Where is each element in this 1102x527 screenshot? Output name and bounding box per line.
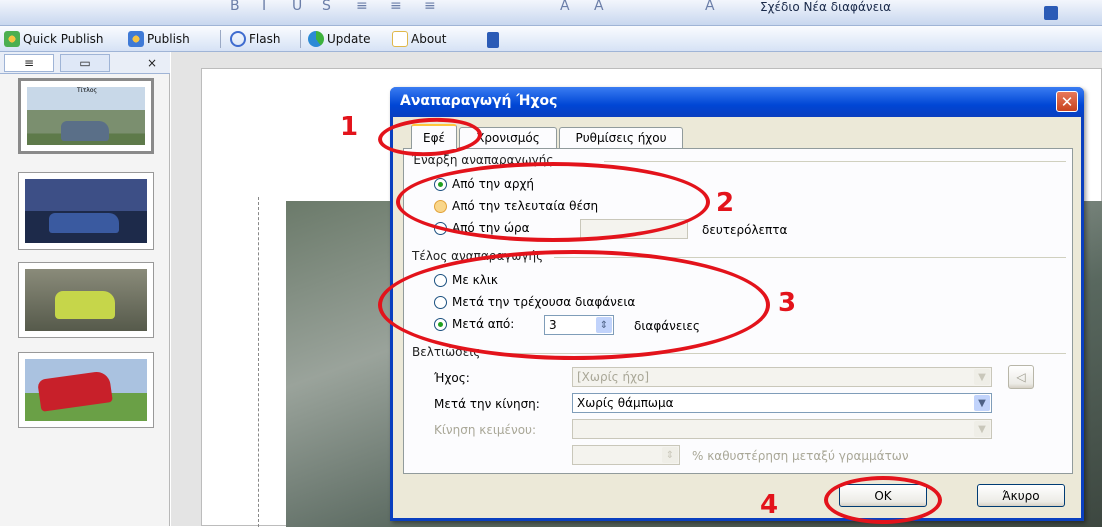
toolbar-overflow-icon[interactable] <box>1044 6 1058 20</box>
about-button[interactable]: About <box>392 30 446 48</box>
tab-outline[interactable]: ≡ <box>4 54 54 72</box>
toolbar-right-text[interactable]: Σχέδιο Νέα διαφάνεια <box>760 0 891 14</box>
quick-publish-button[interactable]: Quick Publish <box>4 30 104 48</box>
chevron-down-icon[interactable]: ▼ <box>974 369 990 385</box>
text-placeholder[interactable] <box>258 197 259 527</box>
animate-text-label: Κίνηση κειμένου: <box>434 423 537 437</box>
flash-button[interactable]: Flash <box>230 30 280 48</box>
cancel-button[interactable]: Άκυρο <box>977 484 1065 507</box>
chevron-down-icon[interactable]: ▼ <box>974 395 990 411</box>
publish-label: Publish <box>147 32 190 46</box>
slides-panel: ≡ ▭ × Τίτλος <box>0 52 170 526</box>
shadow-icon[interactable]: S <box>322 0 331 14</box>
sound-label: Ήχος: <box>434 371 470 385</box>
update-button[interactable]: Update <box>308 30 370 48</box>
update-icon <box>308 31 324 47</box>
align-right-icon[interactable]: ≡ <box>424 0 436 14</box>
sound-volume-button[interactable]: ◁ <box>1008 365 1034 389</box>
animate-text-select[interactable]: ▼ <box>572 419 992 439</box>
speaker-icon: ◁ <box>1016 370 1026 384</box>
slide-thumbnail-2[interactable] <box>18 172 154 250</box>
italic-icon[interactable]: I <box>262 0 266 14</box>
panel-tabs: ≡ ▭ × <box>0 52 170 74</box>
after-animation-select[interactable]: Χωρίς θάμπωμα ▼ <box>572 393 992 413</box>
annotation-ring-4 <box>824 476 942 524</box>
car-image <box>55 291 115 319</box>
shrink-font-icon[interactable]: A <box>594 0 604 14</box>
seconds-label: δευτερόλεπτα <box>702 223 788 237</box>
group-divider <box>604 161 1066 162</box>
close-icon[interactable]: ✕ <box>1056 91 1078 112</box>
annotation-ring-2 <box>396 162 710 242</box>
car-image <box>49 213 119 233</box>
after-animation-value: Χωρίς θάμπωμα <box>577 396 674 410</box>
letter-delay-label: % καθυστέρηση μεταξύ γραμμάτων <box>692 449 909 463</box>
spin-arrows-icon[interactable]: ⇕ <box>662 447 678 463</box>
align-center-icon[interactable]: ≡ <box>390 0 402 14</box>
annotation-ring-3 <box>378 250 770 360</box>
tab-slides[interactable]: ▭ <box>60 54 110 72</box>
flash-icon <box>230 31 246 47</box>
about-icon <box>392 31 408 47</box>
annotation-number-1: 1 <box>340 112 359 142</box>
slide-thumbnail-4[interactable] <box>18 352 154 428</box>
thumbnail-title: Τίτλος <box>77 87 98 94</box>
slide-thumbnail-3[interactable] <box>18 262 154 338</box>
dialog-title: Αναπαραγωγή Ήχος <box>400 93 558 109</box>
dialog-titlebar[interactable]: Αναπαραγωγή Ήχος ✕ <box>390 87 1084 117</box>
annotation-number-2: 2 <box>716 188 735 218</box>
tab-sound-settings[interactable]: Ρυθμίσεις ήχου <box>559 127 683 148</box>
publisher-toolbar: Quick Publish Publish Flash Update About <box>0 26 1102 52</box>
quick-publish-icon <box>4 31 20 47</box>
close-panel-icon[interactable]: × <box>142 54 162 72</box>
about-label: About <box>411 32 447 46</box>
quick-publish-label: Quick Publish <box>23 32 104 46</box>
update-label: Update <box>327 32 371 46</box>
formatting-toolbar: B I U S ≡ ≡ ≡ A A A Σχέδιο Νέα διαφάνεια <box>0 0 1102 26</box>
publish-button[interactable]: Publish <box>128 30 190 48</box>
tab-effects[interactable]: Εφέ <box>411 124 457 149</box>
car-image <box>61 121 109 141</box>
flash-label: Flash <box>249 32 281 46</box>
after-animation-label: Μετά την κίνηση: <box>434 397 540 411</box>
annotation-number-4: 4 <box>760 490 779 520</box>
sound-select[interactable]: [Χωρίς ήχο] ▼ <box>572 367 992 387</box>
grow-font-icon[interactable]: A <box>560 0 570 14</box>
chevron-down-icon[interactable]: ▼ <box>974 421 990 437</box>
toolbar-separator <box>220 30 221 48</box>
sound-select-value: [Χωρίς ήχο] <box>577 370 650 384</box>
align-left-icon[interactable]: ≡ <box>356 0 368 14</box>
toolbar-overflow-icon[interactable] <box>487 32 499 48</box>
letter-delay-stepper[interactable]: ⇕ <box>572 445 680 465</box>
toolbar-separator <box>300 30 301 48</box>
underline-icon[interactable]: U <box>292 0 302 14</box>
publish-icon <box>128 31 144 47</box>
font-color-icon[interactable]: A <box>705 0 715 14</box>
slide-thumbnail-1[interactable]: Τίτλος <box>18 78 154 154</box>
bold-icon[interactable]: B <box>230 0 240 14</box>
annotation-number-3: 3 <box>778 288 797 318</box>
